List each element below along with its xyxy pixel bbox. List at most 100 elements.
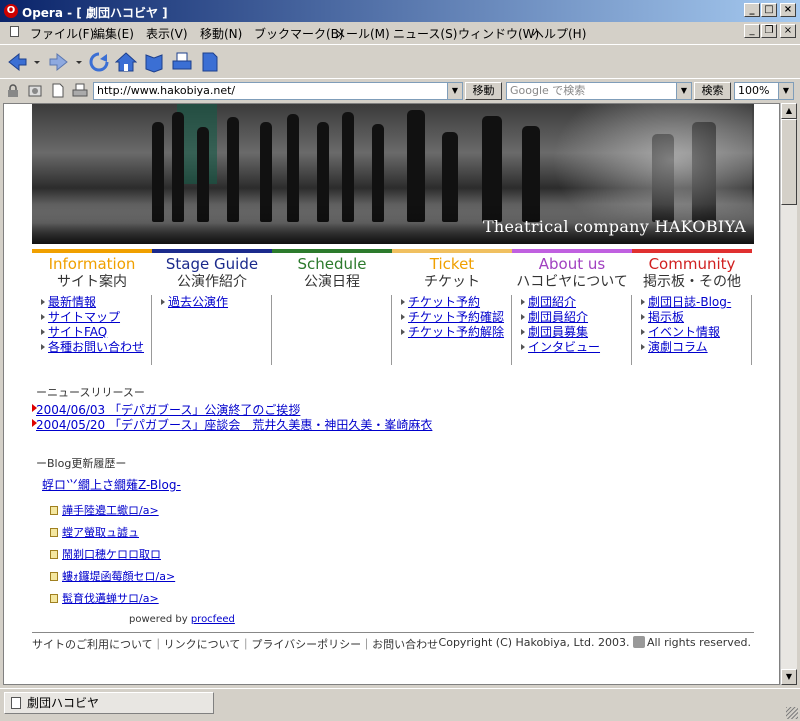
news-item[interactable]: 2004/05/20 「デパガブース」座談会 荒井久美惠・神田久美・峯崎麻衣: [32, 416, 432, 433]
menu-navigate[interactable]: 移動(N): [200, 25, 242, 42]
doc-restore-icon[interactable]: ❐: [761, 24, 777, 38]
nav-link-bbs[interactable]: 掲示板: [632, 310, 751, 325]
nav-link-past-shows[interactable]: 過去公演作: [152, 295, 271, 310]
menu-bar: ファイル(F) 編集(E) 表示(V) 移動(N) ブックマーク(B) メール(…: [0, 22, 800, 42]
printer-icon[interactable]: [72, 83, 88, 98]
scroll-up-icon[interactable]: ▲: [781, 103, 797, 119]
nav-community-title[interactable]: Community: [632, 255, 752, 273]
nav-link-interview[interactable]: インタビュー: [512, 340, 631, 355]
nav-link-events[interactable]: イベント情報: [632, 325, 751, 340]
nav-link-members[interactable]: 劇団員紹介: [512, 310, 631, 325]
back-icon[interactable]: [6, 51, 28, 73]
nav-link-contact[interactable]: 各種お問い合わせ: [32, 340, 151, 355]
nav-information-title[interactable]: Information: [32, 255, 152, 273]
blog-item[interactable]: 譁手陸邉⼯蠍ロ/a>: [50, 502, 159, 518]
nav-link-ticket-confirm[interactable]: チケット予約確認: [392, 310, 511, 325]
doc-close-icon[interactable]: ×: [780, 24, 796, 38]
menu-view[interactable]: 表示(V): [146, 25, 188, 42]
scroll-down-icon[interactable]: ▼: [781, 669, 797, 685]
menu-news[interactable]: ニュース(S): [393, 25, 457, 42]
forward-icon[interactable]: [48, 51, 70, 73]
nav-link-recruit[interactable]: 劇団員募集: [512, 325, 631, 340]
powered-by: powered by procfeed: [129, 614, 235, 625]
nav-link-ticket-cancel[interactable]: チケット予約解除: [392, 325, 511, 340]
resize-grip-icon[interactable]: [786, 707, 798, 719]
nav-link-blog[interactable]: 劇団日誌-Blog-: [632, 295, 751, 310]
nav-about-us-title[interactable]: About us: [512, 255, 632, 273]
nav-schedule-subtitle: 公演日程: [304, 274, 360, 290]
nav-stage-guide-title[interactable]: Stage Guide: [152, 255, 272, 273]
document-icon: [50, 528, 58, 537]
search-button[interactable]: 検索: [694, 82, 731, 100]
news-bullet-icon: [32, 404, 37, 412]
footer-links[interactable]: サイトのご利用について｜リンクについて｜プライバシーポリシー｜お問い合わせ: [32, 636, 438, 652]
nav-link-company[interactable]: 劇団紹介: [512, 295, 631, 310]
new-page-icon[interactable]: [52, 83, 64, 98]
address-bar: http://www.hakobiya.net/ ▼ 移動 Google で検索…: [0, 78, 800, 103]
go-button[interactable]: 移動: [465, 82, 502, 100]
nav-link-latest[interactable]: 最新情報: [32, 295, 151, 310]
url-dropdown-icon[interactable]: ▼: [447, 83, 462, 99]
cookie-icon[interactable]: [28, 84, 42, 98]
opera-icon: O: [4, 4, 18, 18]
news-item-text[interactable]: 2004/05/20 「デパガブース」座談会 荒井久美惠・神田久美・峯崎麻衣: [36, 418, 432, 432]
nav-ticket-title[interactable]: Ticket: [392, 255, 512, 273]
print-icon[interactable]: [171, 51, 193, 73]
forward-menu-chevron-icon[interactable]: [74, 51, 84, 73]
nav-schedule: Schedule 公演日程: [272, 249, 392, 367]
url-input[interactable]: http://www.hakobiya.net/ ▼: [93, 82, 463, 100]
nav-link-column[interactable]: 演劇コラム: [632, 340, 751, 355]
back-menu-chevron-icon[interactable]: [32, 51, 42, 73]
window-title: Opera - [ 劇団ハコビヤ ]: [22, 6, 168, 20]
maximize-icon[interactable]: □: [761, 3, 777, 17]
nav-link-ticket-reserve[interactable]: チケット予約: [392, 295, 511, 310]
page-tab-icon: [11, 697, 21, 709]
doc-minimize-icon[interactable]: _: [744, 24, 760, 38]
menu-bookmarks[interactable]: ブックマーク(B): [254, 25, 344, 42]
nav-community: Community 掲示板・その他 劇団日誌-Blog- 掲示板 イベント情報 …: [632, 249, 752, 367]
menu-help[interactable]: ヘルプ(H): [532, 25, 586, 42]
nav-link-faq[interactable]: サイトFAQ: [32, 325, 151, 340]
menu-mail[interactable]: メール(M): [334, 25, 390, 42]
search-engine-dropdown-icon[interactable]: ▼: [676, 83, 691, 99]
blog-item[interactable]: 螻ｫ鑼堤函莓顔セロ/a>: [50, 568, 175, 584]
page-viewport[interactable]: Theatrical company HAKOBIYA Information …: [3, 103, 780, 685]
blog-item[interactable]: 鬧剃⼝穂ケロロ取ロ: [50, 546, 161, 562]
procfeed-link[interactable]: procfeed: [191, 614, 235, 625]
zoom-select[interactable]: 100% ▼: [734, 82, 794, 100]
page-tab[interactable]: 劇団ハコビヤ: [4, 692, 214, 714]
menu-edit[interactable]: 編集(E): [93, 25, 134, 42]
page-tab-label: 劇団ハコビヤ: [27, 696, 100, 710]
scroll-thumb[interactable]: [781, 119, 797, 205]
nav-information: Information サイト案内 最新情報 サイトマップ サイトFAQ 各種お…: [32, 249, 152, 367]
blog-item[interactable]: 螳ア螢取ュ譃ュ: [50, 524, 139, 540]
document-icon: [50, 572, 58, 581]
vertical-scrollbar[interactable]: ▲ ▼: [780, 103, 797, 685]
nav-schedule-title[interactable]: Schedule: [272, 255, 392, 273]
minimize-icon[interactable]: _: [744, 3, 760, 17]
news-heading: ーニュースリリースー: [36, 386, 145, 399]
reload-icon[interactable]: [88, 51, 110, 73]
page-icon[interactable]: [199, 51, 221, 73]
lock-icon[interactable]: [6, 84, 20, 98]
blog-title-link[interactable]: 蜉ロ⺍繝上さ繝薙Z-Blog-: [42, 476, 181, 493]
nav-ticket-subtitle: チケット: [424, 274, 480, 290]
home-icon[interactable]: [115, 51, 137, 73]
nav-link-sitemap[interactable]: サイトマップ: [32, 310, 151, 325]
footer-divider: [32, 632, 754, 633]
nav-about-us: About us ハコビヤについて 劇団紹介 劇団員紹介 劇団員募集 インタビュ…: [512, 249, 632, 367]
document-icon: [50, 594, 58, 603]
nav-information-subtitle: サイト案内: [57, 274, 127, 290]
company-logo-icon: [632, 636, 645, 648]
news-item-text[interactable]: 2004/06/03 「デパガブース」公演終了のご挨拶: [36, 403, 300, 417]
close-icon[interactable]: ×: [780, 3, 796, 17]
menu-file[interactable]: ファイル(F): [30, 25, 94, 42]
search-input[interactable]: Google で検索 ▼: [506, 82, 692, 100]
nav-stage-guide-subtitle: 公演作紹介: [177, 274, 247, 290]
nav-stage-guide: Stage Guide 公演作紹介 過去公演作: [152, 249, 272, 367]
zoom-dropdown-icon[interactable]: ▼: [778, 83, 793, 99]
blog-item[interactable]: 髢育伐遘蝉サロ/a>: [50, 590, 159, 606]
document-icon: [10, 26, 19, 37]
menu-window[interactable]: ウィンドウ(W): [458, 25, 539, 42]
bookmark-icon[interactable]: [143, 51, 165, 73]
